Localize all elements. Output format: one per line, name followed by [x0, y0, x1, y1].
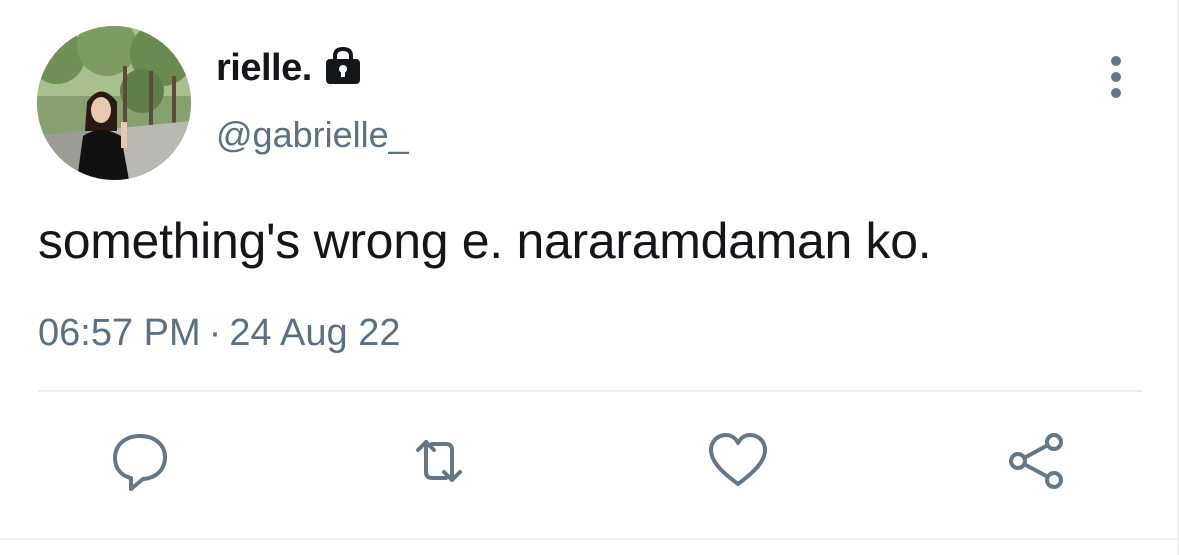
- profile-photo-image: [37, 26, 191, 180]
- display-name[interactable]: rielle.: [216, 47, 312, 90]
- comment-icon: [113, 434, 167, 491]
- avatar[interactable]: [37, 26, 191, 180]
- heart-icon: [709, 433, 767, 486]
- retweet-icon: [416, 440, 462, 482]
- meta-separator: ·: [208, 312, 222, 354]
- tweet-card: rielle. @gabrielle_ something's wrong e.…: [0, 0, 1179, 555]
- more-options-icon[interactable]: [1098, 52, 1134, 102]
- reply-button[interactable]: [107, 428, 173, 494]
- tweet-timestamp[interactable]: 06:57 PM · 24 Aug 22: [38, 312, 400, 355]
- tweet-time: 06:57 PM: [38, 312, 201, 354]
- divider: [38, 390, 1142, 392]
- like-button[interactable]: [705, 428, 771, 494]
- tweet-text: something's wrong e. nararamdaman ko.: [38, 213, 932, 269]
- tweet-date: 24 Aug 22: [229, 312, 401, 354]
- share-button[interactable]: [1004, 428, 1070, 494]
- share-icon: [1009, 433, 1063, 489]
- retweet-button[interactable]: [406, 428, 472, 494]
- author-name-row: rielle.: [216, 44, 364, 92]
- lock-icon: [322, 46, 364, 86]
- action-bar: [0, 428, 1179, 498]
- handle[interactable]: @gabrielle_: [216, 114, 409, 156]
- bottom-divider: [0, 538, 1179, 540]
